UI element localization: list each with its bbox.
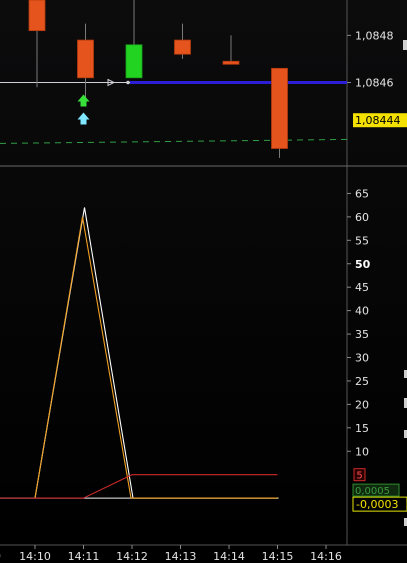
osc-tick-label: 60 bbox=[355, 211, 369, 224]
trading-chart: 1,08481,08461,08444 10152025303540455055… bbox=[0, 0, 407, 563]
osc-tick-label: 25 bbox=[355, 375, 369, 388]
osc-tick-label: 55 bbox=[355, 234, 369, 247]
time-tick-label: 14:10 bbox=[19, 550, 51, 563]
scroll-marker[interactable] bbox=[403, 40, 407, 50]
osc-tick-label: 15 bbox=[355, 422, 369, 435]
price-tick-label: 1,0848 bbox=[355, 29, 394, 42]
green-value-label: 0,0005 bbox=[355, 486, 390, 497]
candle-body[interactable] bbox=[125, 44, 143, 79]
time-tick-label: 14:13 bbox=[165, 550, 197, 563]
osc-tick-label: 35 bbox=[355, 328, 369, 341]
osc-tick-label: 30 bbox=[355, 352, 369, 365]
candle-body[interactable] bbox=[77, 39, 94, 79]
osc-tick-label: 45 bbox=[355, 281, 369, 294]
current-price-label: 1,08444 bbox=[355, 114, 401, 127]
osc-tick-label: 40 bbox=[355, 305, 369, 318]
candle-body[interactable] bbox=[28, 0, 46, 32]
candle-body[interactable] bbox=[174, 39, 191, 55]
time-tick-label: 14:14 bbox=[213, 550, 245, 563]
time-tick-label: 14:15 bbox=[262, 550, 294, 563]
price-tick-label: 1,0846 bbox=[355, 77, 394, 90]
osc-tick-label: 65 bbox=[355, 187, 369, 200]
osc-tick-label: 50 bbox=[355, 258, 371, 271]
candle-body[interactable] bbox=[271, 67, 288, 149]
time-tick-label: 14:16 bbox=[310, 550, 342, 563]
time-tick-label: 14:11 bbox=[68, 550, 100, 563]
candle-body[interactable] bbox=[222, 60, 240, 65]
time-axis: 9 14:10 14:11 14:12 14:13 14:14 14:15 14:16 bbox=[0, 544, 407, 563]
time-tick-label: 9 bbox=[0, 550, 1, 563]
signal-value-label: 5 bbox=[356, 471, 362, 482]
yellow-value-label: -0,0003 bbox=[356, 498, 398, 511]
time-tick-label: 14:12 bbox=[116, 550, 148, 563]
time-axis-background bbox=[0, 545, 407, 563]
osc-tick-label: 20 bbox=[355, 398, 369, 411]
osc-tick-label: 10 bbox=[355, 445, 369, 458]
reference-point bbox=[126, 80, 130, 85]
